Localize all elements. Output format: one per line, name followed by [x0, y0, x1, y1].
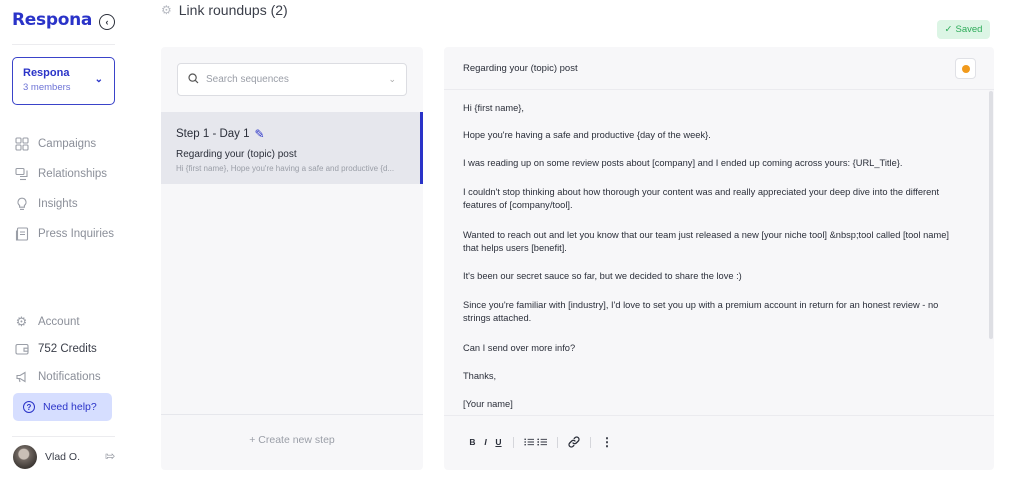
app-logo[interactable]: Respona — [12, 10, 92, 30]
subject-field[interactable]: Regarding your (topic) post — [463, 63, 578, 74]
toolbar-separator — [590, 436, 591, 448]
body-paragraph: Hi {first name}, — [463, 103, 524, 113]
nav-label: 752 Credits — [38, 343, 97, 355]
question-icon: ? — [23, 401, 35, 413]
gear-icon[interactable]: ⚙ — [161, 3, 172, 17]
toolbar-separator — [557, 436, 558, 448]
scrollbar[interactable] — [989, 91, 993, 339]
body-paragraph: Thanks, — [463, 371, 497, 381]
nav-notifications[interactable]: Notifications — [14, 367, 101, 387]
gear-icon: ⚙ — [15, 314, 28, 329]
step-subject: Regarding your (topic) post — [176, 149, 297, 160]
workspace-name: Respona — [23, 67, 70, 79]
collapse-sidebar-icon[interactable]: ‹ — [99, 14, 115, 30]
underline-button[interactable]: U — [494, 437, 503, 447]
user-profile[interactable]: Vlad O. ⇰ — [13, 444, 115, 470]
body-paragraph: It's been our secret sauce so far, but w… — [463, 271, 742, 281]
chevron-down-icon[interactable]: ⌄ — [388, 74, 396, 85]
saved-label: Saved — [955, 24, 983, 35]
chevron-down-icon: ⌄ — [94, 74, 103, 85]
bold-button[interactable]: B — [468, 437, 477, 447]
edit-pencil-icon[interactable]: ✎ — [255, 127, 265, 141]
lightbulb-icon — [14, 197, 29, 212]
nav-credits[interactable]: 752 Credits — [14, 339, 97, 359]
workspace-members: 3 members — [23, 82, 71, 93]
nav-account[interactable]: ⚙ Account — [14, 312, 80, 332]
bullet-list-button[interactable] — [537, 437, 547, 447]
status-indicator-button[interactable] — [955, 58, 976, 79]
search-icon — [188, 72, 199, 87]
steps-panel: ⌄ Step 1 - Day 1 ✎ Regarding your (topic… — [161, 47, 423, 470]
search-input[interactable] — [206, 74, 389, 85]
saved-status-badge: ✓ Saved — [937, 20, 990, 39]
step-title: Step 1 - Day 1 ✎ — [176, 127, 405, 141]
nav-label: Notifications — [38, 371, 101, 383]
nav-insights[interactable]: Insights — [14, 194, 78, 214]
body-paragraph: Since you're familiar with [industry], I… — [463, 300, 939, 323]
body-paragraph: [Your name] — [463, 399, 513, 409]
subject-row: Regarding your (topic) post — [444, 47, 994, 90]
body-paragraph: I was reading up on some review posts ab… — [463, 158, 903, 168]
step-title-text: Step 1 - Day 1 — [176, 128, 250, 140]
logout-icon[interactable]: ⇰ — [105, 449, 115, 463]
nav-label: Account — [38, 316, 80, 328]
status-dot-icon — [961, 64, 970, 73]
nav-label: Press Inquiries — [38, 228, 115, 240]
workspace-switcher[interactable]: Respona 3 members ⌄ — [12, 57, 115, 105]
body-paragraph: Wanted to reach out and let you know tha… — [463, 230, 949, 253]
divider — [12, 44, 115, 45]
grid-icon — [14, 137, 29, 152]
nav-label: Insights — [38, 198, 78, 210]
nav-campaigns[interactable]: Campaigns — [14, 134, 96, 154]
format-toolbar: B I U ⋮ — [468, 435, 613, 449]
user-name: Vlad O. — [45, 451, 81, 463]
ordered-list-button[interactable] — [524, 437, 534, 447]
toolbar-separator — [513, 436, 514, 448]
search-sequences-field[interactable]: ⌄ — [177, 63, 407, 96]
nav-label: Relationships — [38, 168, 108, 180]
need-help-button[interactable]: ? Need help? — [13, 393, 112, 421]
step-item[interactable]: Step 1 - Day 1 ✎ Regarding your (topic) … — [161, 112, 423, 184]
email-editor: Regarding your (topic) post Hi {first na… — [444, 47, 994, 470]
step-preview: Hi {first name}, Hope you're having a sa… — [176, 164, 395, 173]
check-icon: ✓ — [944, 24, 953, 35]
avatar — [13, 445, 37, 469]
nav-label: Campaigns — [38, 138, 97, 150]
divider — [161, 414, 423, 415]
megaphone-icon — [14, 370, 29, 385]
more-options-icon[interactable]: ⋮ — [601, 435, 613, 449]
help-label: Need help? — [43, 401, 97, 413]
body-paragraph: Hope you're having a safe and productive… — [463, 130, 711, 140]
page-title: ⚙ Link roundups (2) — [161, 2, 288, 18]
create-new-step-button[interactable]: + Create new step — [161, 434, 423, 446]
wallet-icon — [14, 342, 29, 357]
body-paragraph: Can I send over more info? — [463, 343, 576, 353]
page-title-text: Link roundups (2) — [178, 2, 288, 18]
document-icon — [14, 227, 29, 242]
chat-icon — [14, 167, 29, 182]
nav-relationships[interactable]: Relationships — [14, 164, 107, 184]
italic-button[interactable]: I — [481, 437, 490, 447]
nav-press-inquiries[interactable]: Press Inquiries — [14, 224, 114, 244]
sidebar: Respona ‹ Respona 3 members ⌄ Campaigns … — [0, 0, 130, 478]
body-paragraph: I couldn't stop thinking about how thoro… — [463, 187, 940, 210]
link-icon[interactable] — [568, 436, 580, 448]
divider — [444, 415, 994, 416]
divider — [12, 436, 115, 437]
